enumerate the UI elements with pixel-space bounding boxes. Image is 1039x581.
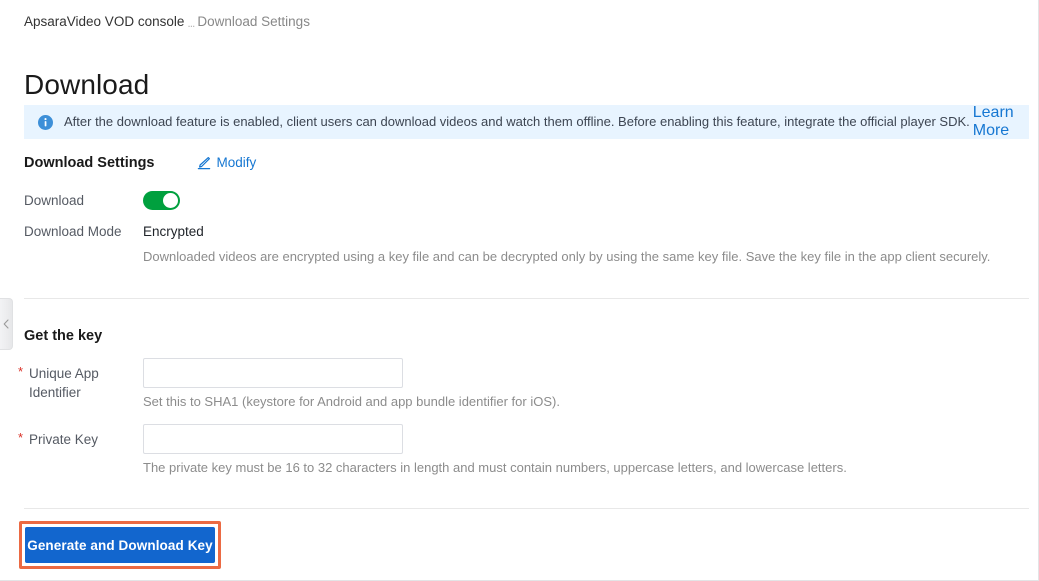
label-download: Download [24, 193, 85, 208]
info-circle-icon [38, 114, 53, 130]
section-divider-bottom [24, 508, 1029, 509]
learn-more-link[interactable]: Learn More [973, 104, 1015, 140]
value-download-mode: Encrypted [143, 224, 204, 239]
section-title-get-the-key: Get the key [24, 328, 103, 344]
modify-label: Modify [216, 155, 257, 170]
modify-button[interactable]: Modify [197, 153, 257, 173]
help-unique-app-identifier: Set this to SHA1 (keystore for Android a… [143, 394, 560, 409]
page-root: ApsaraVideo VOD console ... Download Set… [0, 0, 1039, 581]
label-download-mode: Download Mode [24, 224, 122, 239]
info-banner-text: After the download feature is enabled, c… [64, 114, 970, 129]
private-key-input[interactable] [143, 424, 403, 454]
breadcrumb-item-root[interactable]: ApsaraVideo VOD console [24, 12, 184, 31]
label-unique-app-identifier: Unique App Identifier [29, 366, 99, 400]
download-settings-header: Download Settings Modify [24, 153, 256, 173]
sidebar-collapse-handle[interactable] [0, 298, 13, 350]
section-divider-top [24, 298, 1029, 299]
info-banner: After the download feature is enabled, c… [24, 104, 1029, 140]
row-download: Download [24, 191, 180, 210]
toggle-knob [163, 193, 178, 208]
breadcrumb-separator: ... [187, 16, 195, 30]
help-download-mode: Downloaded videos are encrypted using a … [143, 249, 991, 264]
row-download-mode: Download Mode Encrypted [24, 222, 204, 241]
chevron-left-icon [3, 319, 9, 329]
page-title: Download [24, 68, 150, 100]
required-marker-private-key: * [18, 430, 24, 445]
generate-and-download-key-button[interactable]: Generate and Download Key [25, 527, 215, 563]
breadcrumb: ApsaraVideo VOD console ... Download Set… [24, 12, 310, 32]
label-private-key: Private Key [29, 432, 99, 447]
get-the-key-header: Get the key [24, 326, 102, 346]
unique-app-identifier-input[interactable] [143, 358, 403, 388]
breadcrumb-item-current: Download Settings [197, 14, 310, 29]
section-title-download-settings: Download Settings [24, 155, 155, 171]
pencil-icon [197, 156, 211, 170]
required-marker-app-identifier: * [18, 364, 24, 379]
help-private-key: The private key must be 16 to 32 charact… [143, 460, 847, 475]
download-toggle[interactable] [143, 191, 180, 210]
